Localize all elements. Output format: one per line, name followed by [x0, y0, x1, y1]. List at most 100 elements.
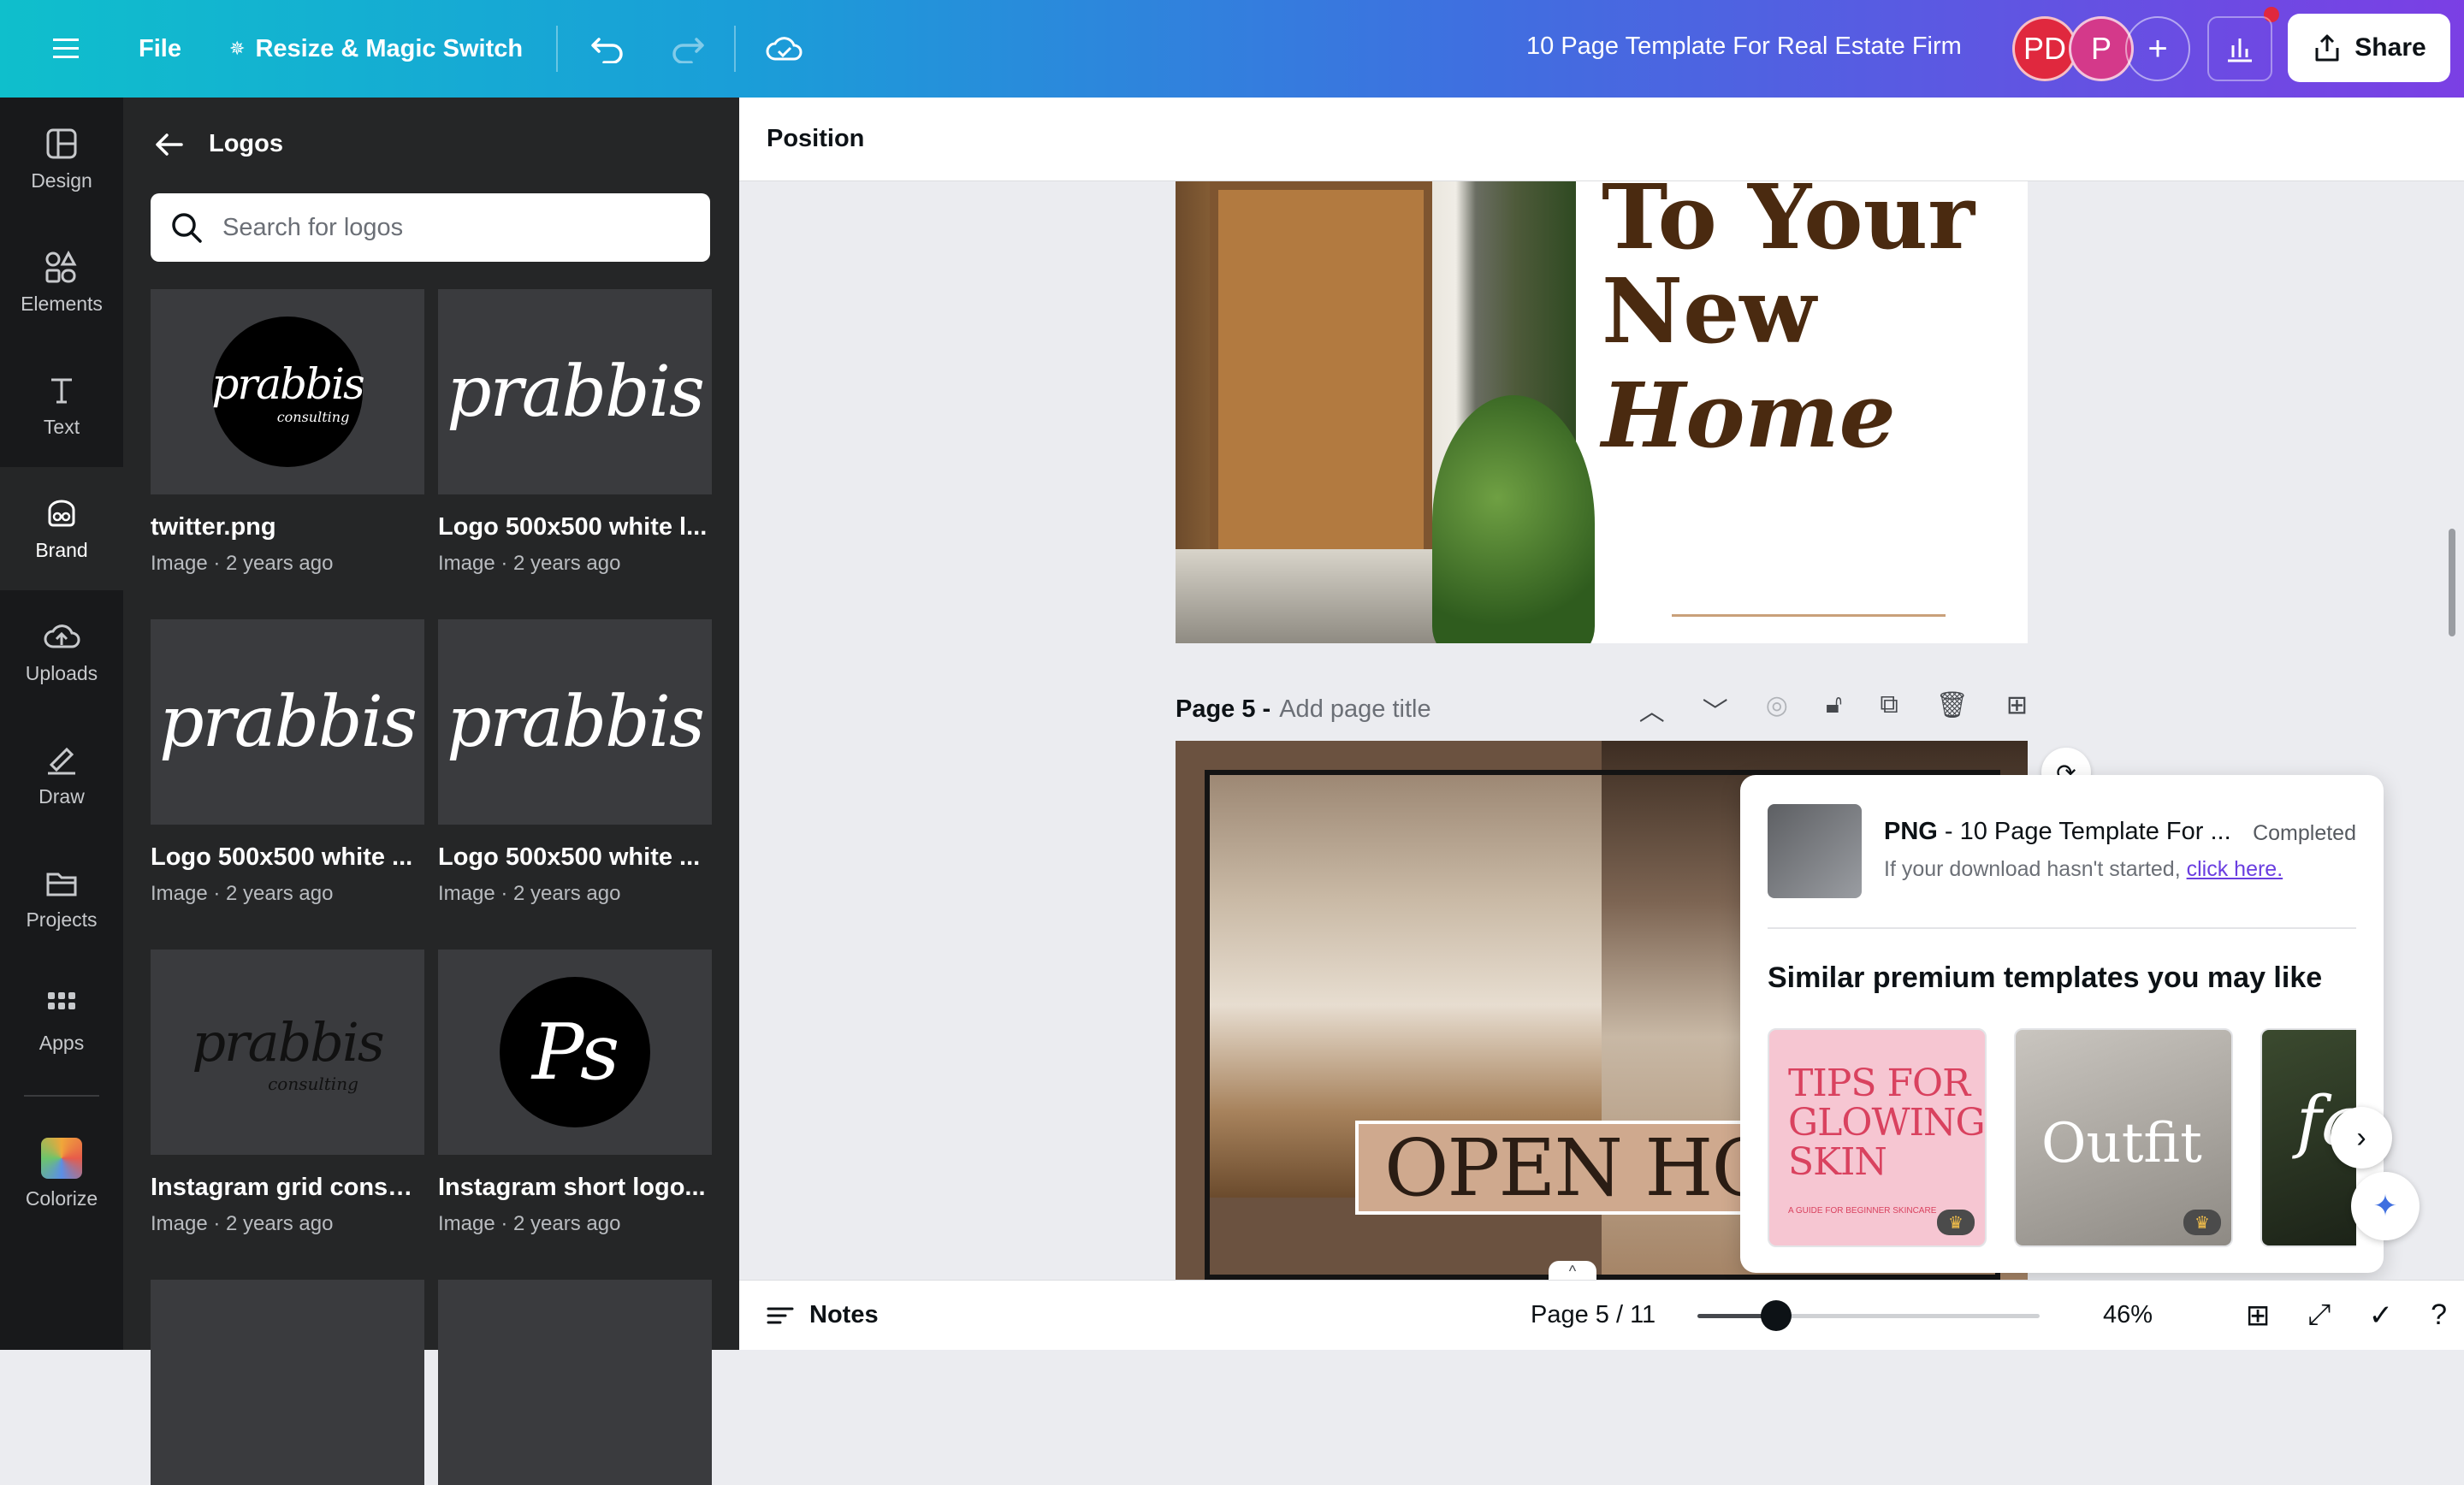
page-5-header: Page 5 - Add page title ︿ ﹀ ◎ 🔓︎ ⧉ 🗑︎ ⊞: [1176, 688, 2028, 731]
avatar-initials: PD: [2023, 31, 2066, 66]
undo-button[interactable]: [575, 19, 642, 79]
design-icon: [46, 128, 77, 158]
chevron-up-icon[interactable]: ︿: [1639, 690, 1665, 728]
logo-title: Instagram short logo...: [438, 1174, 706, 1201]
position-button[interactable]: Position: [767, 125, 864, 153]
headline-line[interactable]: Home: [1602, 371, 1896, 460]
design-page-4[interactable]: To Your New Home: [1176, 181, 2028, 643]
rail-item-text[interactable]: Text: [0, 344, 123, 467]
canvas-scrollbar[interactable]: [2449, 529, 2455, 636]
rail-item-projects[interactable]: Projects: [0, 837, 123, 960]
logo-card[interactable]: prabbis consulting twitter.png Image · 2…: [151, 289, 424, 576]
template-card[interactable]: Outfit ♛: [2014, 1028, 2233, 1247]
logo-card[interactable]: [151, 1280, 424, 1485]
rail-item-colorize[interactable]: Colorize: [0, 1112, 123, 1235]
save-status-button[interactable]: [749, 19, 820, 79]
resize-label: Resize & Magic Switch: [255, 34, 524, 62]
search-input[interactable]: Search for logos: [151, 193, 710, 262]
fullscreen-icon[interactable]: ⤢: [2307, 1299, 2331, 1333]
invite-button[interactable]: +: [2125, 16, 2190, 81]
back-arrow-icon[interactable]: [154, 132, 185, 157]
colorize-icon: [41, 1137, 82, 1179]
share-label: Share: [2354, 33, 2426, 62]
headline-line[interactable]: To Your: [1602, 181, 1975, 262]
click-here-link[interactable]: click here.: [2187, 857, 2283, 881]
rail-label: Brand: [35, 538, 88, 561]
share-icon: [2315, 34, 2339, 62]
next-templates-button[interactable]: ›: [2331, 1107, 2392, 1168]
chevron-down-icon[interactable]: ﹀: [1703, 690, 1728, 728]
share-button[interactable]: Share: [2288, 14, 2450, 82]
logo-card[interactable]: prabbis consulting Instagram grid consul…: [151, 950, 424, 1236]
magic-assistant-button[interactable]: ✦: [2351, 1172, 2420, 1240]
logo-title: Logo 500x500 white ...: [151, 843, 413, 871]
sparkle-icon: ✦: [2372, 1190, 2398, 1222]
redo-button[interactable]: [654, 19, 720, 79]
template-card[interactable]: TIPS FOR GLOWING SKIN A GUIDE FOR BEGINN…: [1768, 1028, 1987, 1247]
hide-icon[interactable]: ◎: [1766, 690, 1788, 728]
page-drawer-handle[interactable]: ^: [1549, 1261, 1596, 1281]
headline-line[interactable]: New: [1602, 267, 1816, 356]
elements-icon: [45, 250, 77, 282]
rail-item-brand[interactable]: Brand: [0, 467, 123, 590]
divider: [556, 26, 558, 72]
cloud-check-icon: [766, 37, 803, 61]
avatar[interactable]: P: [2069, 16, 2134, 81]
draw-icon: [48, 747, 75, 774]
download-file-name: PNG - 10 Page Template For ...: [1884, 818, 2231, 846]
insights-button[interactable]: [2207, 16, 2272, 81]
rail-item-uploads[interactable]: Uploads: [0, 590, 123, 713]
notes-button[interactable]: Notes: [765, 1301, 879, 1329]
logos-panel: Logos Search for logos prabbis consultin…: [123, 98, 739, 1485]
side-rail: Design Elements Text Brand Uploads Draw …: [0, 98, 123, 1350]
logo-card[interactable]: Ps Instagram short logo... Image · 2 yea…: [438, 950, 712, 1236]
duplicate-icon[interactable]: ⧉: [1880, 690, 1898, 728]
zoom-slider[interactable]: [1697, 1300, 2040, 1331]
bottom-bar: Notes Page 5 / 11 46% ⊞ ⤢ ✓ ?: [739, 1280, 2464, 1350]
decorative-line: [1672, 614, 1946, 617]
rail-label: Elements: [21, 292, 103, 315]
chevron-up-icon: ^: [1568, 1262, 1577, 1280]
logo-card[interactable]: prabbis Logo 500x500 white l... Image · …: [438, 289, 712, 576]
search-placeholder: Search for logos: [222, 213, 404, 241]
door-photo[interactable]: [1176, 181, 1595, 643]
similar-heading: Similar premium templates you may like: [1768, 961, 2323, 994]
zoom-level[interactable]: 46%: [2103, 1301, 2153, 1329]
template-text: TIPS FOR GLOWING SKIN: [1788, 1062, 1985, 1185]
page-indicator[interactable]: Page 5 / 11: [1531, 1301, 1656, 1329]
status-badge: Completed: [2253, 821, 2356, 845]
rail-label: Projects: [26, 908, 98, 931]
grid-view-icon[interactable]: ⊞: [2246, 1299, 2271, 1333]
avatar[interactable]: PD: [2012, 16, 2077, 81]
projects-icon: [46, 873, 77, 896]
logo-thumbnail: [438, 1280, 712, 1485]
file-menu-button[interactable]: File: [123, 19, 197, 79]
rail-item-draw[interactable]: Draw: [0, 713, 123, 837]
logo-card[interactable]: prabbis Logo 500x500 white ... Image · 2…: [438, 619, 712, 906]
rail-item-apps[interactable]: Apps: [0, 960, 123, 1083]
add-page-icon[interactable]: ⊞: [2006, 690, 2028, 728]
resize-magic-switch-button[interactable]: ✵ Resize & Magic Switch: [214, 19, 538, 79]
page-title-input[interactable]: Add page title: [1279, 695, 1430, 724]
rail-item-elements[interactable]: Elements: [0, 221, 123, 344]
notes-icon: [767, 1307, 794, 1323]
zoom-slider-handle[interactable]: [1761, 1300, 1792, 1331]
check-circle-icon[interactable]: ✓: [2369, 1299, 2394, 1333]
logo-thumbnail: prabbis: [438, 619, 712, 825]
logo-card[interactable]: prabbis Logo 500x500 white ... Image · 2…: [151, 619, 424, 906]
text-icon: [51, 378, 72, 403]
logo-wordmark: prabbis: [447, 681, 705, 763]
menu-button[interactable]: [38, 19, 98, 79]
trash-icon[interactable]: 🗑︎: [1936, 690, 1969, 728]
panel-title: Logos: [209, 130, 283, 157]
logo-card[interactable]: [438, 1280, 712, 1485]
logo-meta: Image · 2 years ago: [151, 1212, 334, 1235]
logo-title: Logo 500x500 white ...: [438, 843, 701, 871]
chevron-right-icon: ›: [2356, 1121, 2366, 1154]
rail-item-design[interactable]: Design: [0, 98, 123, 221]
logo-thumbnail: Ps: [438, 950, 712, 1155]
document-title[interactable]: 10 Page Template For Real Estate Firm: [1526, 33, 1962, 61]
help-icon[interactable]: ?: [2431, 1299, 2447, 1333]
lock-icon[interactable]: 🔓︎: [1826, 690, 1842, 728]
logo-thumbnail: prabbis consulting: [151, 289, 424, 494]
